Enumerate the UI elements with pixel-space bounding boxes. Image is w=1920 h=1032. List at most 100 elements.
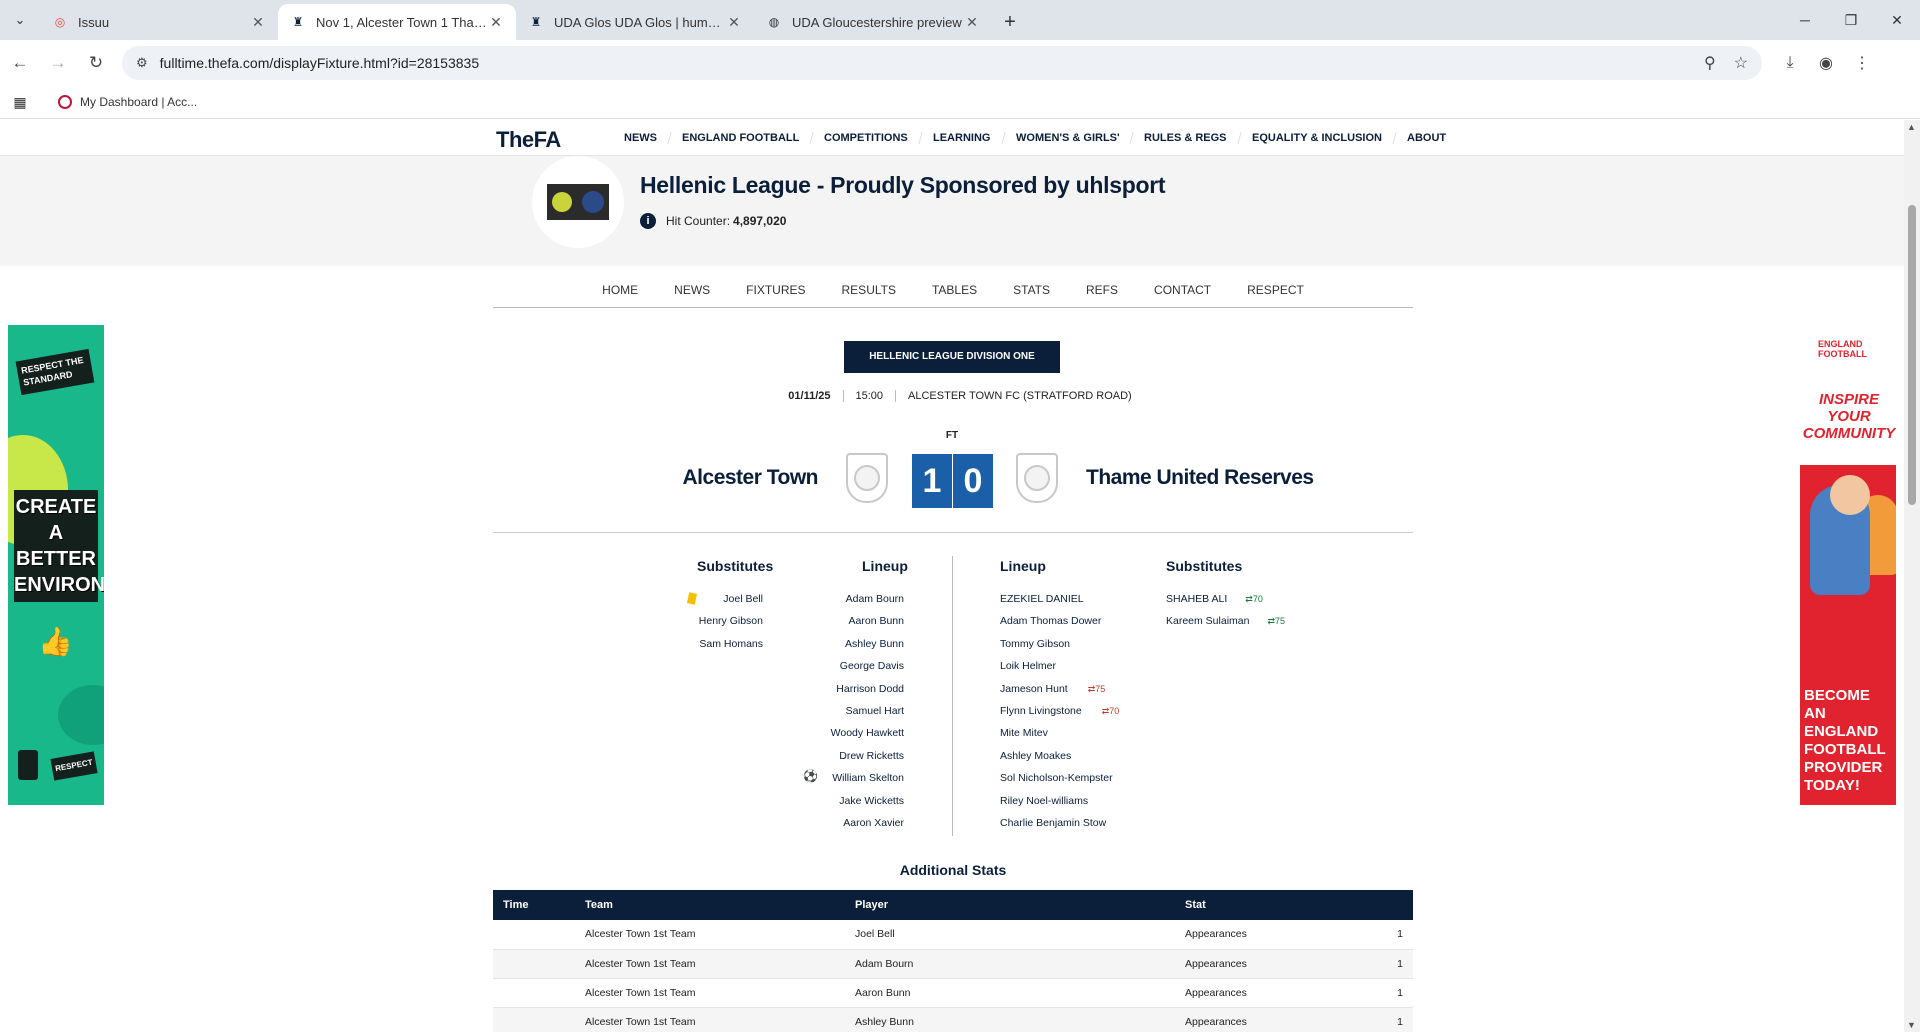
- player-name[interactable]: Flynn Livingstone: [1000, 705, 1082, 717]
- back-icon[interactable]: ←: [2, 45, 38, 81]
- table-cell[interactable]: Joel Bell: [845, 920, 1175, 950]
- table-cell[interactable]: Aaron Bunn: [845, 978, 1175, 1008]
- player-name[interactable]: Jake Wicketts: [800, 790, 904, 812]
- sub-nav-item[interactable]: RESULTS: [824, 278, 914, 307]
- apps-grid-icon[interactable]: ▦: [0, 94, 40, 111]
- player-name[interactable]: Adam Thomas Dower: [1000, 615, 1101, 627]
- player-name[interactable]: Joel Bell: [663, 588, 763, 610]
- player-name[interactable]: Henry Gibson: [663, 610, 763, 632]
- url-text[interactable]: fulltime.thefa.com/displayFixture.html?i…: [160, 55, 1686, 71]
- menu-icon[interactable]: ⋮: [1844, 45, 1880, 81]
- close-icon[interactable]: ✕: [726, 14, 742, 31]
- home-team-name[interactable]: Alcester Town: [560, 466, 819, 490]
- hit-label: Hit Counter:: [666, 214, 731, 228]
- fixture-venue[interactable]: ALCESTER TOWN FC (STRATFORD ROAD): [895, 390, 1144, 402]
- ad-footer: RESPECT: [50, 751, 98, 781]
- close-icon[interactable]: ✕: [250, 14, 266, 31]
- player-name[interactable]: Ashley Moakes: [1000, 750, 1071, 762]
- player-name[interactable]: Woody Hawkett: [800, 722, 904, 744]
- ad-respect-banner[interactable]: RESPECT THE STANDARD CREATE A BETTER ENV…: [8, 325, 104, 805]
- scroll-down-icon[interactable]: ▼: [1907, 1020, 1916, 1030]
- bookmark-label: My Dashboard | Acc...: [80, 95, 198, 109]
- table-cell[interactable]: Adam Bourn: [845, 949, 1175, 979]
- player-name[interactable]: George Davis: [800, 655, 904, 677]
- player-name[interactable]: Sol Nicholson-Kempster: [1000, 772, 1113, 784]
- player-name[interactable]: Kareem Sulaiman: [1166, 615, 1249, 627]
- section-divider: [493, 532, 1413, 533]
- close-window-icon[interactable]: ✕: [1874, 0, 1920, 40]
- address-bar[interactable]: ⚙ fulltime.thefa.com/displayFixture.html…: [122, 46, 1762, 80]
- player-name[interactable]: Adam Bourn: [800, 588, 904, 610]
- player-name[interactable]: SHAHEB ALI: [1166, 593, 1227, 605]
- player-row: Tommy Gibson: [1000, 633, 1170, 655]
- away-substitutes-heading: Substitutes: [1166, 558, 1243, 574]
- sub-nav-item[interactable]: FIXTURES: [728, 278, 823, 307]
- sub-nav-item[interactable]: RESPECT: [1229, 278, 1322, 307]
- fa-logo[interactable]: TheFA: [496, 127, 561, 153]
- ad-england-football-banner[interactable]: ENGLAND FOOTBALL INSPIRE YOUR COMMUNITY …: [1800, 325, 1896, 805]
- sub-nav-item[interactable]: CONTACT: [1136, 278, 1229, 307]
- fa-nav-link[interactable]: RULES & REGS: [1129, 132, 1241, 144]
- player-name[interactable]: Aaron Bunn: [800, 610, 904, 632]
- profile-icon[interactable]: ◉: [1808, 45, 1844, 81]
- fa-nav-link[interactable]: COMPETITIONS: [809, 132, 922, 144]
- page-scrollbar[interactable]: ▲ ▼: [1904, 120, 1920, 1032]
- fa-nav-link[interactable]: EQUALITY & INCLUSION: [1237, 132, 1396, 144]
- stats-header-cell: Stat: [1175, 890, 1365, 920]
- player-name[interactable]: Riley Noel-williams: [1000, 795, 1088, 807]
- sub-nav-item[interactable]: REFS: [1068, 278, 1136, 307]
- restore-icon[interactable]: ❐: [1828, 0, 1874, 40]
- player-name[interactable]: Aaron Xavier: [800, 812, 904, 834]
- new-tab-button[interactable]: +: [992, 4, 1028, 40]
- away-team-name[interactable]: Thame United Reserves: [1086, 466, 1406, 490]
- scroll-up-icon[interactable]: ▲: [1907, 122, 1916, 132]
- player-name[interactable]: Sam Homans: [663, 633, 763, 655]
- player-name[interactable]: Ashley Bunn: [800, 633, 904, 655]
- download-icon[interactable]: ⤓: [1772, 45, 1808, 81]
- reload-icon[interactable]: ↻: [78, 45, 114, 81]
- fa-nav-link[interactable]: ENGLAND FOOTBALL: [667, 132, 813, 144]
- minimize-icon[interactable]: ─: [1782, 0, 1828, 40]
- player-name[interactable]: EZEKIEL DANIEL: [1000, 593, 1084, 605]
- sub-nav-item[interactable]: HOME: [584, 278, 656, 307]
- table-cell[interactable]: Ashley Bunn: [845, 1007, 1175, 1032]
- fa-nav-link[interactable]: WOMEN'S & GIRLS': [1000, 132, 1133, 144]
- player-name[interactable]: Jameson Hunt: [1000, 683, 1068, 695]
- tab-fixture[interactable]: ♜ Nov 1, Alcester Town 1 Thame United Re…: [278, 4, 516, 40]
- fixture-date: 01/11/25: [788, 390, 831, 402]
- player-name[interactable]: Harrison Dodd: [800, 678, 904, 700]
- sub-nav-item[interactable]: STATS: [995, 278, 1068, 307]
- window-controls: ─ ❐ ✕: [1782, 0, 1920, 40]
- table-cell: 1: [1365, 978, 1413, 1008]
- bookmark-star-icon[interactable]: ☆: [1734, 53, 1748, 73]
- player-name[interactable]: Loik Helmer: [1000, 660, 1056, 672]
- league-logo: [532, 156, 624, 248]
- table-cell: Appearances: [1175, 949, 1365, 979]
- player-name[interactable]: Charlie Benjamin Stow: [1000, 817, 1106, 829]
- fa-nav-link[interactable]: LEARNING: [918, 132, 1005, 144]
- player-name[interactable]: Drew Ricketts: [800, 745, 904, 767]
- fa-nav-link[interactable]: ABOUT: [1392, 132, 1460, 144]
- scrollbar-thumb[interactable]: [1908, 205, 1916, 505]
- sub-nav-item[interactable]: TABLES: [914, 278, 995, 307]
- player-row: Loik Helmer: [1000, 655, 1170, 677]
- tab-search-button[interactable]: ⌄: [0, 0, 40, 40]
- sub-nav-item[interactable]: NEWS: [656, 278, 728, 307]
- zoom-icon[interactable]: ⚲: [1704, 53, 1716, 73]
- close-icon[interactable]: ✕: [488, 14, 504, 31]
- site-info-icon[interactable]: ⚙: [136, 55, 148, 71]
- competition-badge[interactable]: HELLENIC LEAGUE DIVISION ONE: [844, 341, 1060, 373]
- fa-nav-link-label: NEWS: [624, 132, 657, 144]
- bookmark-dashboard[interactable]: My Dashboard | Acc...: [58, 95, 197, 109]
- player-name[interactable]: Mite Mitev: [1000, 727, 1048, 739]
- fa-nav-link[interactable]: NEWS: [610, 132, 670, 144]
- player-name[interactable]: Samuel Hart: [800, 700, 904, 722]
- player-name[interactable]: Tommy Gibson: [1000, 638, 1070, 650]
- tab-uda-preview[interactable]: ◍ UDA Gloucestershire preview ✕: [754, 4, 992, 40]
- close-icon[interactable]: ✕: [964, 14, 980, 31]
- tab-uda-glos[interactable]: ♜ UDA Glos UDA Glos | hummel kit ✕: [516, 4, 754, 40]
- tab-issuu[interactable]: ◎ Issuu ✕: [40, 4, 278, 40]
- home-substitutes-heading: Substitutes: [697, 558, 774, 574]
- player-name[interactable]: William Skelton: [800, 767, 904, 789]
- forward-icon[interactable]: →: [40, 45, 76, 81]
